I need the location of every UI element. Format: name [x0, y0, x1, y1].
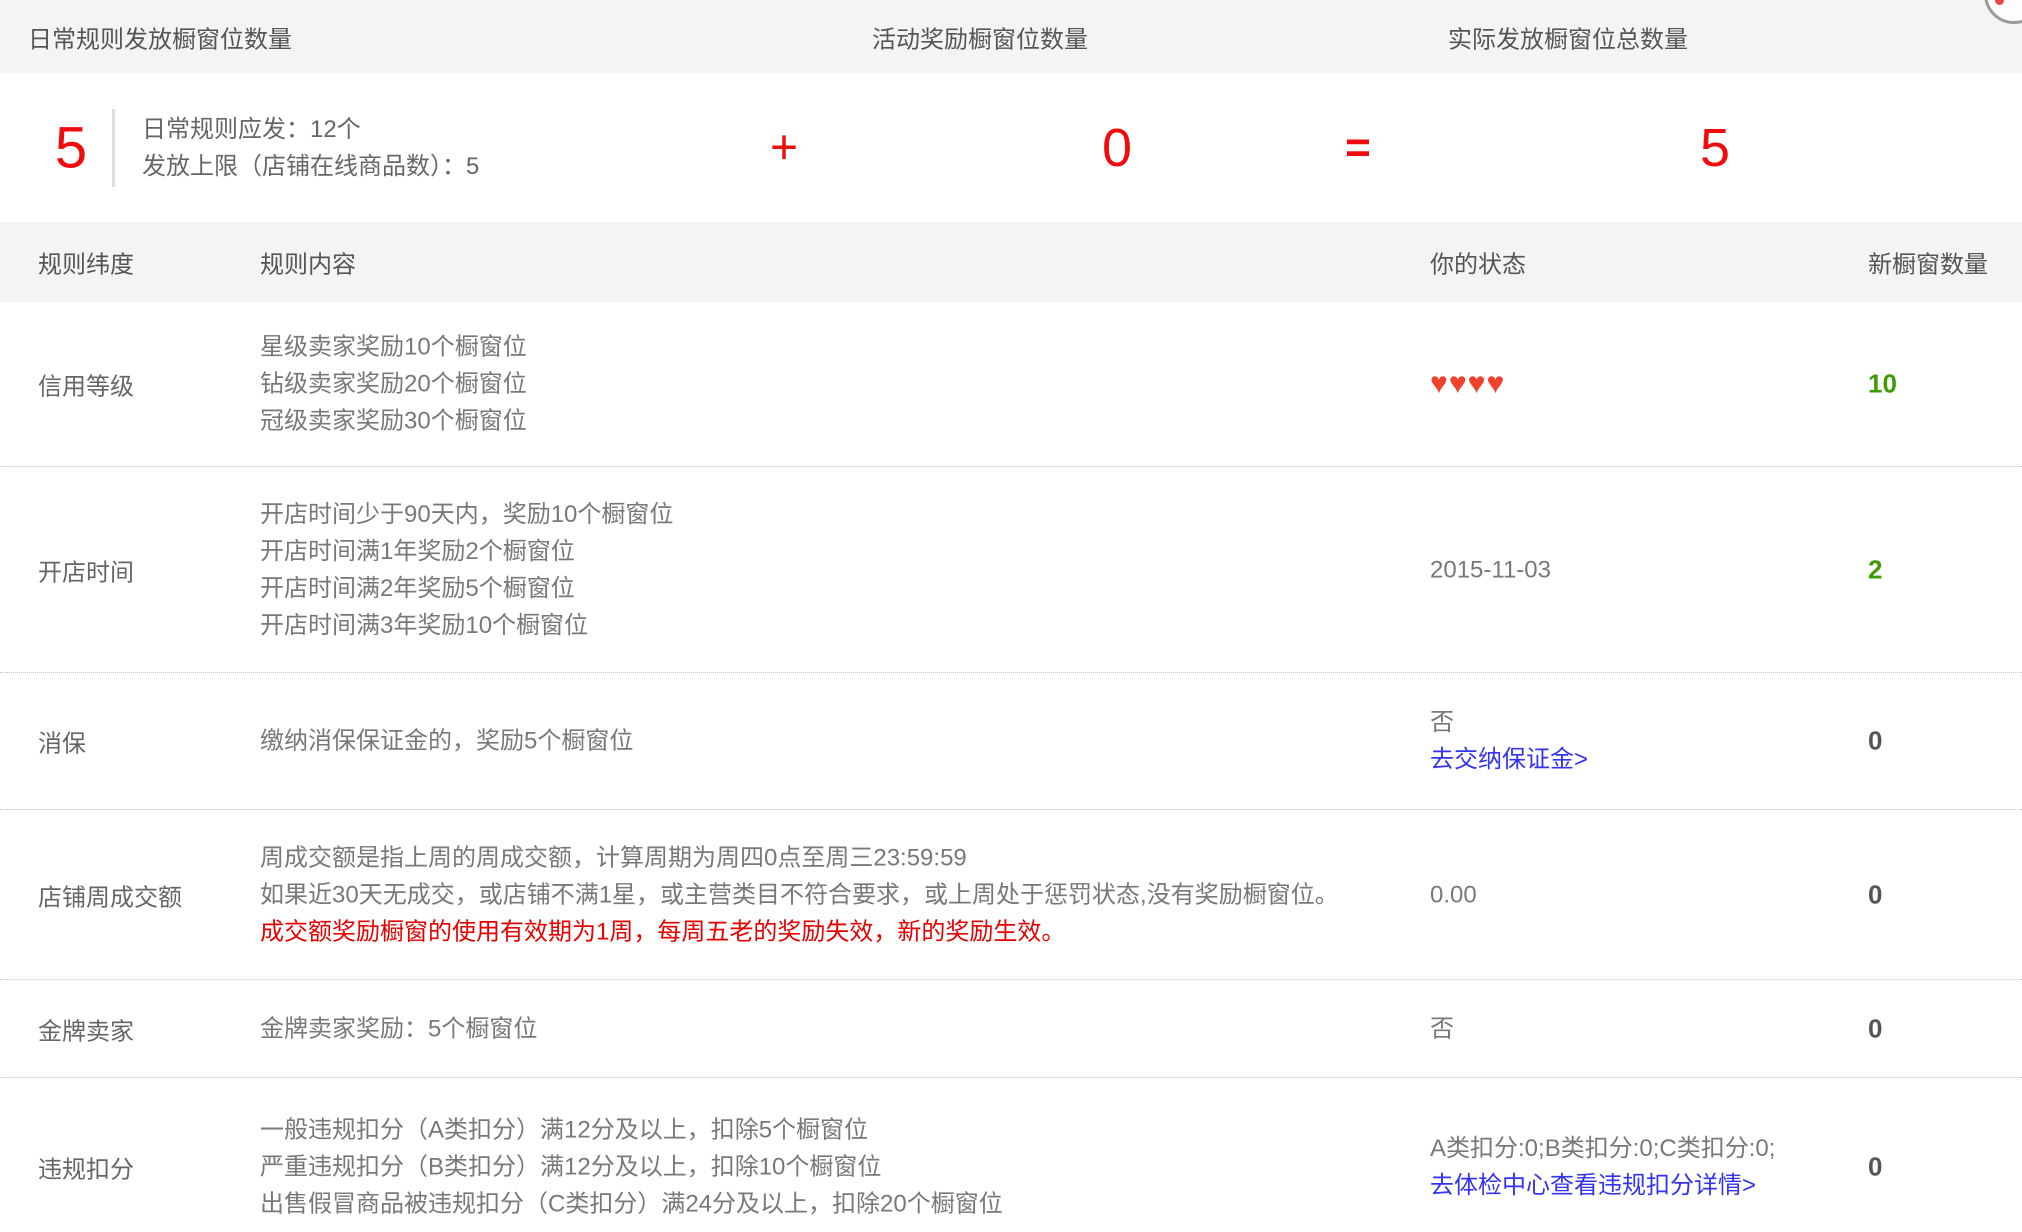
new-window-count-value: 0: [1868, 879, 1882, 910]
total-issued-quota-header: 实际发放橱窗位总数量: [1448, 19, 1688, 54]
seller-status: 否去交纳保证金>: [1430, 704, 1588, 778]
rule-content-line: 出售假冒商品被违规扣分（C类扣分）满24分及以上，扣除20个橱窗位: [260, 1185, 1003, 1222]
rules-table-body: 信用等级 星级卖家奖励10个橱窗位钻级卖家奖励20个橱窗位冠级卖家奖励30个橱窗位…: [0, 302, 2022, 1232]
rule-content-line: 星级卖家奖励10个橱窗位: [260, 329, 527, 366]
column-header-new-count: 新橱窗数量: [1868, 245, 1988, 280]
new-window-count-value: 0: [1868, 726, 1882, 757]
rule-content-line: 钻级卖家奖励20个橱窗位: [260, 366, 527, 403]
rule-dimension-label: 违规扣分: [38, 1149, 134, 1184]
column-header-content: 规则内容: [260, 245, 356, 280]
credit-heart-icons: ♥♥♥♥: [1430, 369, 1505, 399]
status-text: 2015-11-03: [1430, 551, 1551, 588]
seller-status: 否: [1430, 1010, 1454, 1047]
rules-table-header: 规则纬度 规则内容 你的状态 新橱窗数量: [0, 222, 2022, 302]
red-dot-icon: [1995, 0, 2004, 5]
violation-details-link[interactable]: 去体检中心查看违规扣分详情>: [1430, 1172, 1756, 1199]
cut-off-circle-icon: [1984, 0, 2022, 24]
rule-dimension-label: 店铺周成交额: [38, 877, 182, 912]
rule-row-credit-rating: 信用等级 星级卖家奖励10个橱窗位钻级卖家奖励20个橱窗位冠级卖家奖励30个橱窗位…: [0, 302, 2022, 467]
rule-row-gold-seller: 金牌卖家 金牌卖家奖励：5个橱窗位 否 0: [0, 980, 2022, 1078]
new-window-count-value: 10: [1868, 369, 1897, 400]
rule-content-line: 开店时间少于90天内，奖励10个橱窗位: [260, 496, 673, 533]
seller-status: 2015-11-03: [1430, 551, 1551, 588]
rule-row-violation-points: 违规扣分 一般违规扣分（A类扣分）满12分及以上，扣除5个橱窗位严重违规扣分（B类…: [0, 1078, 2022, 1232]
showcase-quota-page: 日常规则发放橱窗位数量 活动奖励橱窗位数量 实际发放橱窗位总数量 5 日常规则应…: [0, 0, 2022, 1232]
status-text: 0.00: [1430, 876, 1477, 913]
rule-content: 一般违规扣分（A类扣分）满12分及以上，扣除5个橱窗位严重违规扣分（B类扣分）满…: [260, 1111, 1003, 1222]
status-text: 否: [1430, 1010, 1454, 1047]
rule-row-weekly-turnover: 店铺周成交额 周成交额是指上周的周成交额，计算周期为周四0点至周三23:59:59…: [0, 810, 2022, 980]
seller-status: A类扣分:0;B类扣分:0;C类扣分:0; 去体检中心查看违规扣分详情>: [1430, 1130, 1775, 1204]
column-header-dimension: 规则纬度: [38, 245, 134, 280]
rule-content: 周成交额是指上周的周成交额，计算周期为周四0点至周三23:59:59如果近30天…: [260, 839, 1339, 950]
status-text: A类扣分:0;B类扣分:0;C类扣分:0;: [1430, 1130, 1775, 1167]
daily-quota-value: 5: [55, 114, 87, 181]
rule-content-line: 开店时间满3年奖励10个橱窗位: [260, 607, 673, 644]
rule-content: 缴纳消保保证金的，奖励5个橱窗位: [260, 723, 633, 760]
quota-formula-row: 5 日常规则应发：12个 发放上限（店铺在线商品数）：5 + 0 = 5: [0, 73, 2022, 222]
rule-content: 金牌卖家奖励：5个橱窗位: [260, 1010, 537, 1047]
rule-content: 星级卖家奖励10个橱窗位钻级卖家奖励20个橱窗位冠级卖家奖励30个橱窗位: [260, 329, 527, 440]
rule-row-shop-open-time: 开店时间 开店时间少于90天内，奖励10个橱窗位开店时间满1年奖励2个橱窗位开店时…: [0, 467, 2022, 673]
total-quota-value: 5: [1700, 117, 1730, 179]
vertical-divider: [112, 109, 115, 187]
rule-content-line: 严重违规扣分（B类扣分）满12分及以上，扣除10个橱窗位: [260, 1148, 1003, 1185]
column-header-status: 你的状态: [1430, 245, 1526, 280]
status-text: 否: [1430, 704, 1588, 741]
activity-reward-quota-header: 活动奖励橱窗位数量: [872, 19, 1088, 54]
rule-content-line: 周成交额是指上周的周成交额，计算周期为周四0点至周三23:59:59: [260, 839, 1339, 876]
pay-deposit-link[interactable]: 去交纳保证金>: [1430, 746, 1588, 773]
rule-dimension-label: 金牌卖家: [38, 1011, 134, 1046]
rule-dimension-label: 消保: [38, 724, 86, 759]
daily-rule-quota-header: 日常规则发放橱窗位数量: [28, 19, 292, 54]
plus-operator: +: [770, 120, 798, 175]
rule-content: 开店时间少于90天内，奖励10个橱窗位开店时间满1年奖励2个橱窗位开店时间满2年…: [260, 496, 673, 644]
seller-status: 0.00: [1430, 876, 1477, 913]
activity-quota-value: 0: [1102, 117, 1132, 179]
new-window-count-value: 0: [1868, 1151, 1882, 1182]
rule-content-line: 一般违规扣分（A类扣分）满12分及以上，扣除5个橱窗位: [260, 1111, 1003, 1148]
rule-content-line: 缴纳消保保证金的，奖励5个橱窗位: [260, 723, 633, 760]
quota-note-line1: 日常规则应发：12个: [142, 111, 479, 148]
equals-operator: =: [1345, 123, 1371, 173]
rule-content-line: 如果近30天无成交，或店铺不满1星，或主营类目不符合要求，或上周处于惩罚状态,没…: [260, 876, 1339, 913]
new-window-count-value: 0: [1868, 1013, 1882, 1044]
rule-content-line: 开店时间满1年奖励2个橱窗位: [260, 533, 673, 570]
quota-note: 日常规则应发：12个 发放上限（店铺在线商品数）：5: [142, 111, 479, 185]
seller-status: ♥♥♥♥: [1430, 369, 1505, 399]
new-window-count-value: 2: [1868, 554, 1882, 585]
status-link-line: 去体检中心查看违规扣分详情>: [1430, 1167, 1775, 1204]
rule-row-consumer-protection: 消保 缴纳消保保证金的，奖励5个橱窗位 否去交纳保证金> 0: [0, 673, 2022, 810]
rule-content-line: 冠级卖家奖励30个橱窗位: [260, 403, 527, 440]
quota-note-line2: 发放上限（店铺在线商品数）：5: [142, 148, 479, 185]
rule-content-line: 开店时间满2年奖励5个橱窗位: [260, 570, 673, 607]
status-link-line: 去交纳保证金>: [1430, 741, 1588, 778]
rule-content-line: 成交额奖励橱窗的使用有效期为1周，每周五老的奖励失效，新的奖励生效。: [260, 913, 1339, 950]
rule-content-line: 金牌卖家奖励：5个橱窗位: [260, 1010, 537, 1047]
rule-dimension-label: 开店时间: [38, 552, 134, 587]
rule-dimension-label: 信用等级: [38, 367, 134, 402]
summary-header-bar: 日常规则发放橱窗位数量 活动奖励橱窗位数量 实际发放橱窗位总数量: [0, 0, 2022, 73]
